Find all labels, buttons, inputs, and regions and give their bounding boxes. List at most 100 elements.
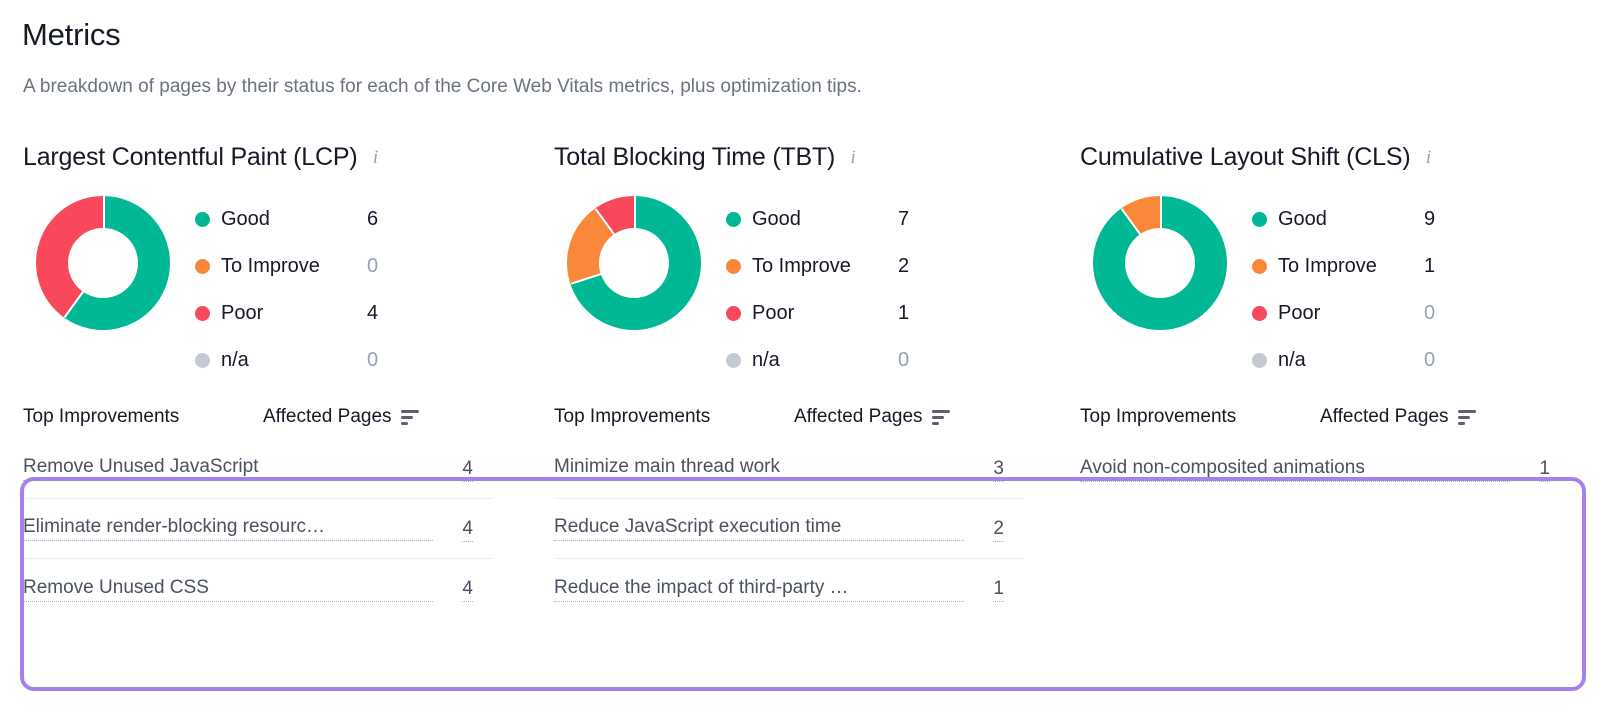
improvement-link[interactable]: Remove Unused JavaScript: [23, 456, 433, 481]
affected-pages-link[interactable]: 4: [433, 518, 473, 540]
legend-lcp: Good6To Improve0Poor4n/a0: [183, 196, 530, 384]
table-header-tbt: Top Improvements Affected Pages: [554, 402, 1060, 432]
legend-value: 0: [1424, 290, 1464, 337]
table-row: Reduce the impact of third-party … 1: [554, 559, 1024, 619]
improvement-link[interactable]: Reduce the impact of third-party …: [554, 577, 964, 602]
legend-value: 4: [367, 290, 407, 337]
column-header-improvements[interactable]: Top Improvements: [23, 406, 263, 428]
improvements-table-tbt: Minimize main thread work 3 Reduce JavaScr…: [554, 439, 1024, 619]
legend-cls: Good9To Improve1Poor0n/a0: [1240, 196, 1590, 384]
table-header-lcp: Top Improvements Affected Pages: [23, 402, 530, 432]
affected-pages-link[interactable]: 1: [964, 578, 1004, 600]
legend-label: Poor: [752, 302, 794, 325]
donut-wrap-cls: [1080, 196, 1240, 330]
donut-slice-divider: [634, 196, 636, 263]
metric-header-tbt: Total Blocking Time (TBT) i: [554, 140, 1060, 174]
legend-item-poor: Poor: [195, 290, 367, 337]
affected-pages-value: 1: [1539, 458, 1550, 482]
improvement-link[interactable]: Avoid non-composited animations: [1080, 457, 1510, 482]
metrics-page: Metrics A breakdown of pages by their st…: [0, 0, 1600, 705]
donut-slice-divider: [1160, 196, 1162, 263]
donut-chart-tbt: [567, 196, 701, 330]
legend-value: 0: [367, 243, 407, 290]
table-row: Reduce JavaScript execution time 2: [554, 499, 1024, 559]
legend-label: To Improve: [221, 255, 320, 278]
table-header-cls: Top Improvements Affected Pages: [1080, 402, 1590, 432]
metric-column-lcp: Largest Contentful Paint (LCP) i Good 6 To…: [0, 140, 530, 619]
donut-chart-cls: [1093, 196, 1227, 330]
improvement-link[interactable]: Eliminate render-blocking resourc…: [23, 516, 433, 541]
legend-dot-icon: [195, 353, 210, 368]
affected-pages-value: 4: [462, 518, 473, 542]
affected-pages-value: 2: [993, 518, 1004, 542]
legend-value: 7: [898, 196, 938, 243]
info-icon[interactable]: i: [846, 147, 860, 167]
column-header-affected-pages-label: Affected Pages: [263, 406, 392, 428]
table-row: Avoid non-composited animations 1: [1080, 439, 1565, 499]
column-header-affected-pages[interactable]: Affected Pages: [794, 406, 950, 428]
legend-value: 6: [367, 196, 407, 243]
legend-item-good: Good: [195, 196, 367, 243]
legend-label: Poor: [221, 302, 263, 325]
metric-title-lcp: Largest Contentful Paint (LCP): [23, 143, 357, 172]
info-icon[interactable]: i: [368, 147, 382, 167]
column-header-affected-pages-label: Affected Pages: [794, 406, 923, 428]
legend-item-to-improve: To Improve: [726, 243, 898, 290]
donut-slice-divider: [103, 196, 105, 263]
legend-label: n/a: [752, 349, 780, 372]
sort-descending-icon[interactable]: [1458, 410, 1476, 425]
legend-item-poor: Poor: [1252, 290, 1424, 337]
affected-pages-link[interactable]: 3: [964, 458, 1004, 480]
affected-pages-value: 4: [462, 458, 473, 482]
legend-label: Good: [1278, 208, 1327, 231]
affected-pages-link[interactable]: 2: [964, 518, 1004, 540]
sort-descending-icon[interactable]: [932, 410, 950, 425]
column-header-improvements[interactable]: Top Improvements: [1080, 406, 1320, 428]
donut-chart-lcp: [36, 196, 170, 330]
chart-row-lcp: Good6To Improve0Poor4n/a0: [23, 196, 530, 384]
table-row: Minimize main thread work 3: [554, 439, 1024, 499]
legend-dot-icon: [726, 353, 741, 368]
legend-item-good: Good: [726, 196, 898, 243]
affected-pages-link[interactable]: 4: [433, 458, 473, 480]
column-header-affected-pages[interactable]: Affected Pages: [263, 406, 419, 428]
legend-value: 0: [1424, 337, 1464, 384]
info-icon[interactable]: i: [1421, 147, 1435, 167]
column-header-affected-pages[interactable]: Affected Pages: [1320, 406, 1476, 428]
legend-dot-icon: [195, 306, 210, 321]
affected-pages-link[interactable]: 4: [433, 578, 473, 600]
legend-label: Poor: [1278, 302, 1320, 325]
table-row: Remove Unused CSS4: [23, 559, 493, 619]
table-row: Eliminate render-blocking resourc… 4: [23, 499, 493, 559]
column-header-improvements[interactable]: Top Improvements: [554, 406, 794, 428]
legend-dot-icon: [195, 212, 210, 227]
metric-column-cls: Cumulative Layout Shift (CLS) i Good9To …: [1060, 140, 1590, 619]
legend-label: To Improve: [752, 255, 851, 278]
legend-item-good: Good: [1252, 196, 1424, 243]
affected-pages-value: 3: [993, 458, 1004, 482]
legend-dot-icon: [1252, 259, 1267, 274]
affected-pages-value: 1: [993, 578, 1004, 602]
legend-value: 0: [898, 337, 938, 384]
affected-pages-link[interactable]: 1: [1510, 458, 1550, 480]
legend-label: Good: [221, 208, 270, 231]
metric-header-cls: Cumulative Layout Shift (CLS) i: [1080, 140, 1590, 174]
page-title: Metrics: [22, 16, 121, 53]
improvement-link[interactable]: Minimize main thread work: [554, 456, 964, 481]
improvement-link[interactable]: Reduce JavaScript execution time: [554, 516, 964, 541]
legend-value: 2: [898, 243, 938, 290]
legend-dot-icon: [1252, 306, 1267, 321]
improvement-link[interactable]: Remove Unused CSS: [23, 577, 433, 602]
legend-dot-icon: [1252, 212, 1267, 227]
chart-row-cls: Good9To Improve1Poor0n/a0: [1080, 196, 1590, 384]
legend-dot-icon: [726, 306, 741, 321]
metric-title-tbt: Total Blocking Time (TBT): [554, 143, 835, 172]
legend-label: n/a: [221, 349, 249, 372]
legend-dot-icon: [195, 259, 210, 274]
chart-row-tbt: Good7To Improve2Poor1n/a0: [554, 196, 1060, 384]
sort-descending-icon[interactable]: [401, 410, 419, 425]
legend-item-to-improve: To Improve: [1252, 243, 1424, 290]
donut-wrap-lcp: [23, 196, 183, 330]
metric-header-lcp: Largest Contentful Paint (LCP) i: [23, 140, 530, 174]
legend-item-n-a: n/a: [726, 337, 898, 384]
